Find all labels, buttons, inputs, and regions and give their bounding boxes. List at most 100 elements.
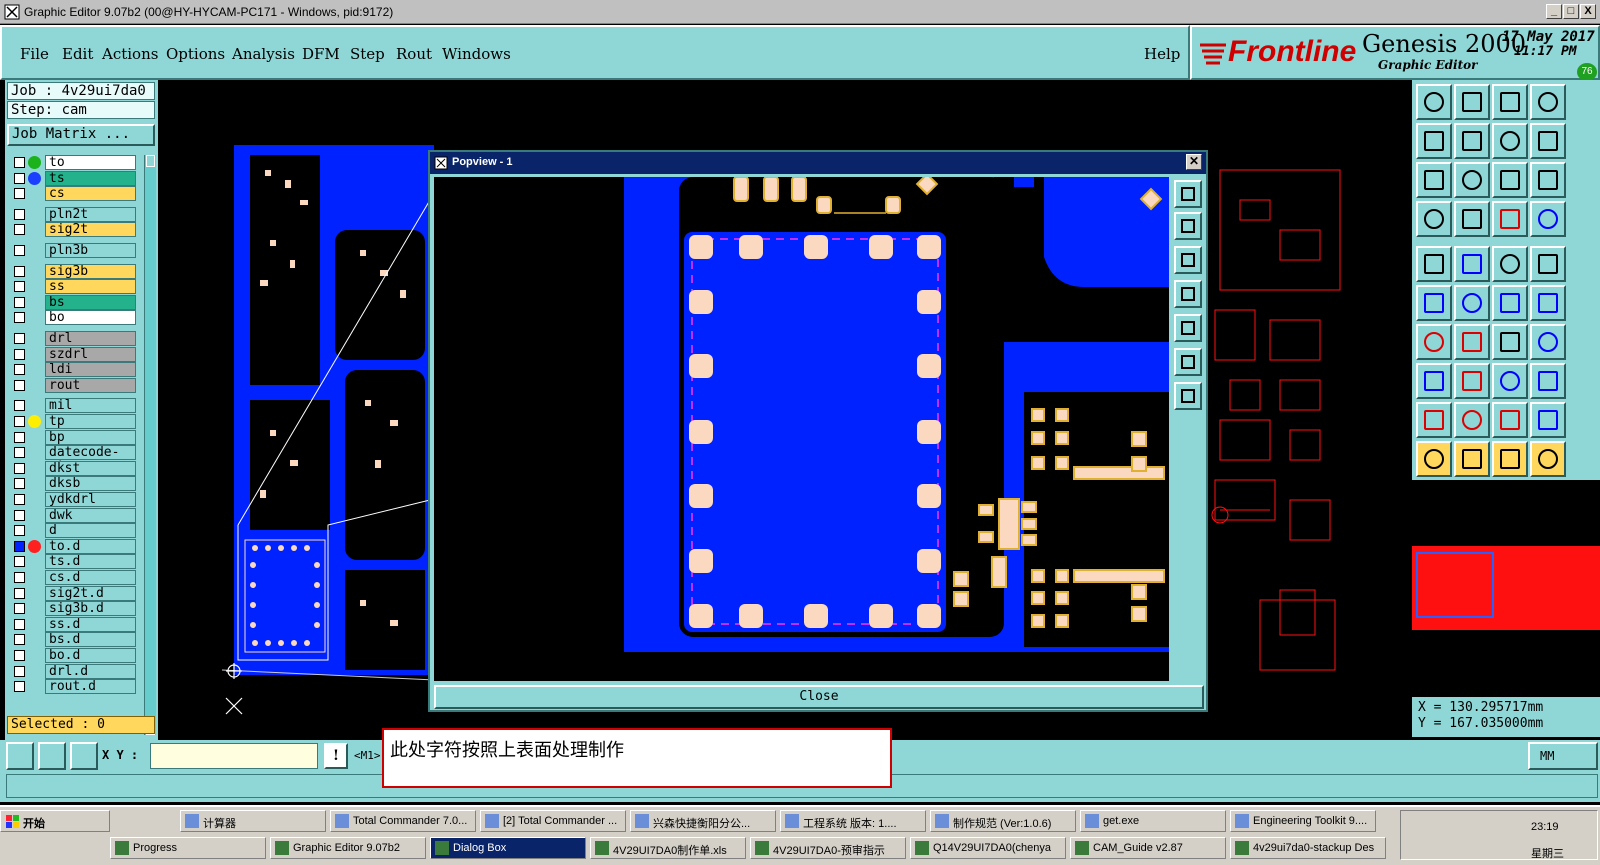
tool-button-18[interactable] xyxy=(1454,246,1490,282)
tool-button-15[interactable] xyxy=(1492,201,1528,237)
menu-rout[interactable]: Rout xyxy=(396,45,432,63)
layer-row[interactable]: dwk xyxy=(8,507,148,523)
tool-button-8[interactable] xyxy=(1530,123,1566,159)
popview-canvas[interactable] xyxy=(434,177,1169,681)
tool-button-22[interactable] xyxy=(1454,285,1490,321)
menu-step[interactable]: Step xyxy=(350,45,385,63)
tool-button-24[interactable] xyxy=(1530,285,1566,321)
layer-name[interactable]: ts xyxy=(45,170,136,186)
taskbar-item[interactable]: 制作规范 (Ver:1.0.6) xyxy=(930,810,1076,832)
layer-checkbox[interactable] xyxy=(14,650,25,661)
menu-analysis[interactable]: Analysis xyxy=(232,45,295,63)
start-button[interactable]: 开始 xyxy=(0,810,110,832)
tool-button-38[interactable] xyxy=(1454,441,1490,477)
taskbar-item[interactable]: 4v29ui7da0-stackup Des xyxy=(1230,837,1386,859)
layer-checkbox[interactable] xyxy=(14,224,25,236)
layer-name[interactable]: ss.d xyxy=(45,616,136,632)
popview-zoom-fit-button[interactable] xyxy=(1174,180,1202,208)
menu-actions[interactable]: Actions xyxy=(102,45,158,63)
taskbar-item[interactable]: Total Commander 7.0... xyxy=(330,810,476,832)
tool-button-11[interactable] xyxy=(1492,162,1528,198)
layer-name[interactable]: rout.d xyxy=(45,679,136,695)
menu-edit[interactable]: Edit xyxy=(62,45,93,63)
layer-checkbox[interactable] xyxy=(14,416,25,427)
taskbar-item[interactable]: get.exe xyxy=(1080,810,1226,832)
layer-row[interactable]: ts xyxy=(8,170,148,186)
grid-tool-button[interactable] xyxy=(70,742,98,770)
layer-name[interactable]: cs xyxy=(45,186,136,202)
tool-button-28[interactable] xyxy=(1530,324,1566,360)
layer-checkbox[interactable] xyxy=(14,447,25,459)
taskbar-item[interactable]: 计算器 xyxy=(180,810,326,832)
tool-button-29[interactable] xyxy=(1416,363,1452,399)
layer-checkbox[interactable] xyxy=(14,188,25,200)
layer-row[interactable]: to xyxy=(8,155,148,170)
overview-window[interactable] xyxy=(1416,552,1494,618)
layer-name[interactable]: mil xyxy=(45,398,136,414)
layer-row[interactable]: ldi xyxy=(8,362,148,378)
tool-button-1[interactable] xyxy=(1416,84,1452,120)
tool-button-39[interactable] xyxy=(1492,441,1528,477)
menu-help[interactable]: Help xyxy=(1144,45,1180,63)
status-tool-1-button[interactable] xyxy=(6,742,34,770)
layer-row[interactable]: bo xyxy=(8,310,148,326)
tool-button-37[interactable] xyxy=(1416,441,1452,477)
layer-name[interactable]: bp xyxy=(45,429,136,445)
popview-titlebar[interactable]: Popview - 1 ✕ xyxy=(430,152,1206,174)
popview-zoom-in-button[interactable] xyxy=(1174,348,1202,376)
tool-button-20[interactable] xyxy=(1530,246,1566,282)
layer-name[interactable]: dkst xyxy=(45,460,136,476)
taskbar-item[interactable]: 4V29UI7DA0制作单.xls xyxy=(590,837,746,859)
layer-name[interactable]: bs xyxy=(45,294,136,310)
notification-badge[interactable]: 76 xyxy=(1577,63,1597,81)
taskbar-item[interactable]: Graphic Editor 9.07b2 xyxy=(270,837,426,859)
layer-row[interactable]: mil xyxy=(8,398,148,414)
layer-name[interactable]: sig2t xyxy=(45,222,136,238)
layer-row[interactable]: ts.d xyxy=(8,554,148,570)
layer-checkbox[interactable] xyxy=(14,665,25,677)
tool-button-34[interactable] xyxy=(1454,402,1490,438)
tool-button-19[interactable] xyxy=(1492,246,1528,282)
minimize-button[interactable]: _ xyxy=(1546,4,1562,19)
tool-button-40[interactable] xyxy=(1530,441,1566,477)
layer-checkbox[interactable] xyxy=(14,681,25,693)
layer-row[interactable]: datecode-pt xyxy=(8,445,148,474)
layer-row[interactable]: dkst xyxy=(8,460,148,476)
scroll-up-arrow[interactable] xyxy=(146,155,155,167)
layer-name[interactable]: dksb xyxy=(45,476,136,492)
tray-clock[interactable]: 23:19 xyxy=(1531,821,1559,833)
taskbar-item[interactable]: Engineering Toolkit 9.... xyxy=(1230,810,1376,832)
layer-name[interactable]: d xyxy=(45,523,136,539)
layer-row[interactable]: drl xyxy=(8,331,148,346)
menu-file[interactable]: File xyxy=(20,45,49,63)
popview-pan-left-button[interactable] xyxy=(1174,280,1202,308)
tool-button-2[interactable] xyxy=(1454,84,1490,120)
tool-button-36[interactable] xyxy=(1530,402,1566,438)
layer-checkbox[interactable] xyxy=(14,525,25,537)
layer-name[interactable]: pln2t xyxy=(45,206,136,222)
layer-checkbox[interactable] xyxy=(14,312,25,324)
tool-button-32[interactable] xyxy=(1530,363,1566,399)
layer-checkbox[interactable] xyxy=(14,265,25,277)
layer-checkbox[interactable] xyxy=(14,509,25,521)
layer-name[interactable]: to xyxy=(45,155,136,170)
layer-name[interactable]: sig3b xyxy=(45,263,136,279)
tool-button-21[interactable] xyxy=(1416,285,1452,321)
tool-button-33[interactable] xyxy=(1416,402,1452,438)
tool-button-4[interactable] xyxy=(1530,84,1566,120)
layer-row[interactable]: bp xyxy=(8,429,148,445)
layer-checkbox[interactable] xyxy=(14,245,25,256)
layer-checkbox[interactable] xyxy=(14,296,25,308)
layer-name[interactable]: ldi xyxy=(45,362,136,378)
close-window-button[interactable]: X xyxy=(1580,4,1596,19)
popview-pan-right-button[interactable] xyxy=(1174,314,1202,342)
tool-button-10[interactable] xyxy=(1454,162,1490,198)
layer-row[interactable]: sig2t.d xyxy=(8,585,148,601)
layer-row[interactable]: sig3b.d xyxy=(8,601,148,617)
layer-row[interactable]: to.d xyxy=(8,538,148,554)
tool-button-13[interactable] xyxy=(1416,201,1452,237)
tool-button-17[interactable] xyxy=(1416,246,1452,282)
layer-list-scrollbar[interactable] xyxy=(144,155,156,735)
layer-row[interactable]: ss.d xyxy=(8,616,148,632)
tool-button-26[interactable] xyxy=(1454,324,1490,360)
